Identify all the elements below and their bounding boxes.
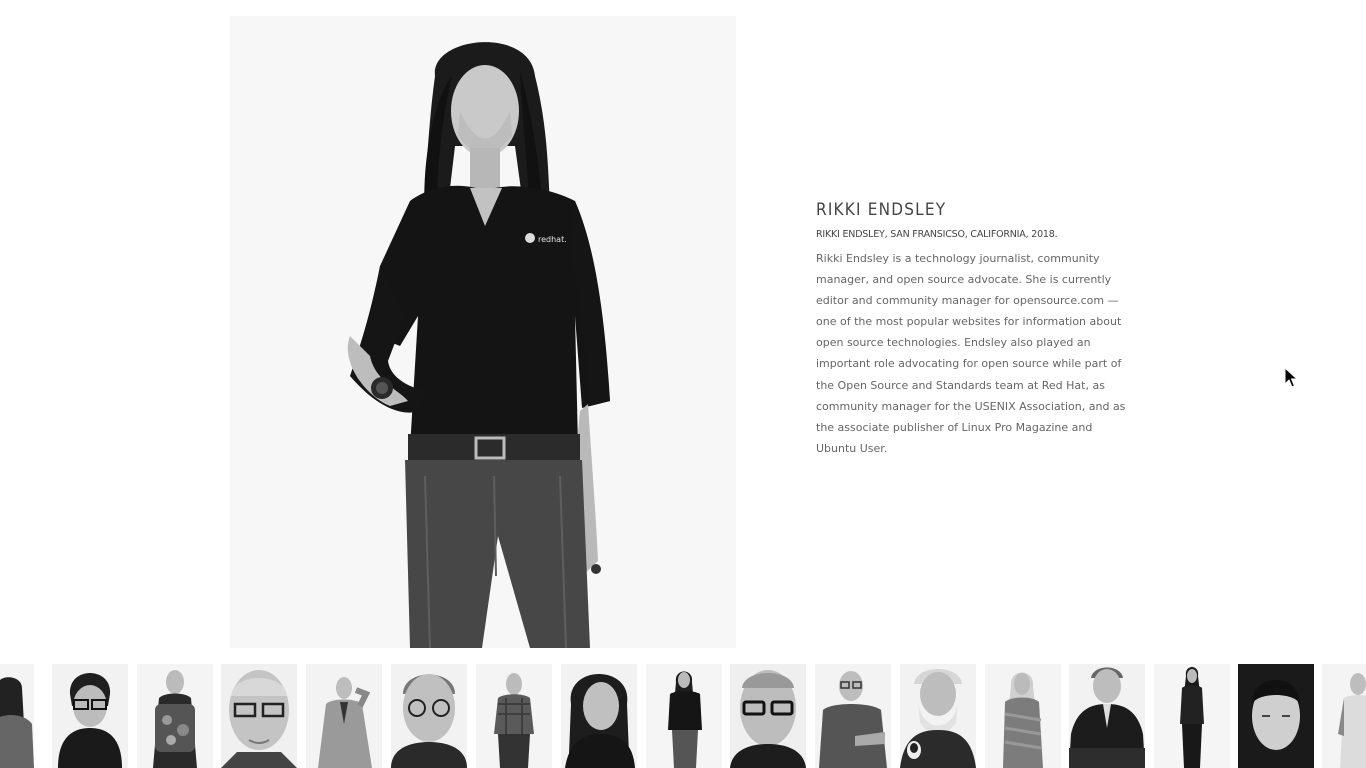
thumbnail-strip[interactable] — [0, 664, 1366, 768]
thumbnail-portrait[interactable] — [306, 664, 382, 768]
thumbnail-portrait[interactable] — [476, 664, 552, 768]
thumbnail-portrait[interactable] — [52, 664, 128, 768]
main-portrait-photo: redhat. — [230, 16, 736, 648]
page: redhat. RIKKI ENDSLEY RIKKI ENDSLEY, SAN… — [0, 0, 1366, 768]
profile-name: RIKKI ENDSLEY — [816, 200, 947, 220]
thumbnail-portrait[interactable] — [221, 664, 297, 768]
thumbnail-portrait[interactable] — [391, 664, 467, 768]
thumbnail-portrait[interactable] — [985, 664, 1061, 768]
photo-caption: RIKKI ENDSLEY, SAN FRANSICSO, CALIFORNIA… — [816, 229, 1058, 240]
profile-bio: Rikki Endsley is a technology journalist… — [816, 252, 1126, 455]
thumbnail-portrait[interactable] — [815, 664, 891, 768]
thumbnail-portrait[interactable] — [0, 664, 34, 768]
profile-info: RIKKI ENDSLEY RIKKI ENDSLEY, SAN FRANSIC… — [816, 200, 1136, 459]
thumbnail-portrait[interactable] — [1069, 664, 1145, 768]
mouse-cursor-icon — [1284, 366, 1299, 389]
thumbnail-portrait[interactable] — [1238, 664, 1314, 768]
thumbnail-portrait[interactable] — [1322, 664, 1366, 768]
thumbnail-portrait[interactable] — [730, 664, 806, 768]
thumbnail-portrait[interactable] — [1154, 664, 1230, 768]
thumbnail-portrait[interactable] — [646, 664, 722, 768]
shirt-logo-text: redhat. — [538, 235, 567, 244]
thumbnail-portrait[interactable] — [561, 664, 637, 768]
thumbnail-portrait[interactable] — [137, 664, 213, 768]
thumbnail-portrait[interactable] — [900, 664, 976, 768]
